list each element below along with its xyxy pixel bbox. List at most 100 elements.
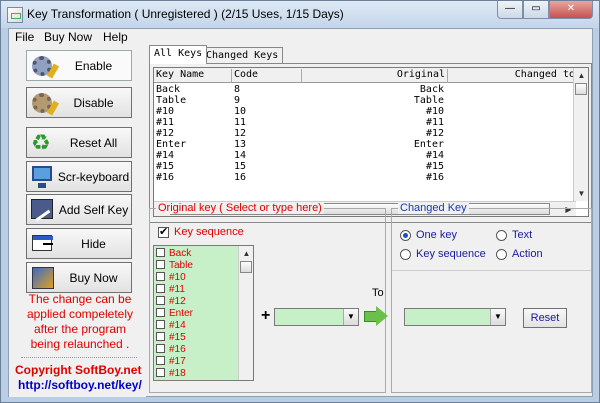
table-vscroll[interactable]: ▲ ▼: [573, 68, 588, 201]
list-item-checkbox[interactable]: [156, 344, 165, 353]
reset-button[interactable]: Reset: [523, 308, 567, 328]
all-keys-pane: Key Name Code Original Changed to Back 8 B…: [149, 63, 592, 223]
list-item-label: #17: [169, 356, 186, 367]
col-code[interactable]: Code: [232, 69, 302, 83]
list-item-checkbox[interactable]: [156, 284, 165, 293]
list-item[interactable]: #18: [156, 368, 186, 380]
original-key-combo[interactable]: ▼: [274, 308, 359, 326]
text-radio[interactable]: [496, 230, 507, 241]
key-name-cell: #14: [156, 150, 175, 161]
table-row[interactable]: #11 11 #11: [154, 117, 576, 128]
key-name-cell: #12: [156, 128, 175, 139]
list-item[interactable]: #10: [156, 272, 186, 284]
code-cell: 9: [234, 95, 241, 106]
col-original[interactable]: Original: [302, 69, 448, 83]
original-cell: #12: [425, 128, 444, 139]
key-sequence-checkbox[interactable]: [158, 225, 169, 238]
code-cell: 12: [234, 128, 247, 139]
disable-button[interactable]: Disable: [26, 87, 132, 118]
disable-label: Disable: [73, 95, 114, 110]
table-row[interactable]: #16 16 #16: [154, 172, 576, 183]
table-row[interactable]: Table 9 Table: [154, 95, 576, 106]
list-item-checkbox[interactable]: [156, 260, 165, 269]
copyright-text: Copyright SoftBoy.net: [15, 363, 142, 377]
list-item[interactable]: Enter: [156, 308, 193, 320]
title-bar[interactable]: Key Transformation ( Unregistered ) (2/1…: [1, 1, 599, 28]
website-link[interactable]: http://softboy.net/key/: [18, 378, 142, 392]
original-key-list[interactable]: Back Table #10 #11 #12 Enter #14 #15 #16 #17 #18 ▲: [153, 245, 254, 381]
list-item-checkbox[interactable]: [156, 356, 165, 365]
keys-table[interactable]: Key Name Code Original Changed to Back 8 B…: [153, 67, 589, 217]
original-cell: #14: [425, 150, 444, 161]
buy-now-label: Buy Now: [69, 270, 118, 285]
table-row[interactable]: #10 10 #10: [154, 106, 576, 117]
menu-file[interactable]: File: [15, 30, 34, 44]
list-scroll-up-icon[interactable]: ▲: [239, 246, 253, 261]
list-item-checkbox[interactable]: [156, 272, 165, 281]
table-row[interactable]: #12 12 #12: [154, 128, 576, 139]
enable-button[interactable]: Enable: [26, 50, 132, 81]
list-item-label: Table: [169, 260, 193, 271]
buy-now-button[interactable]: Buy Now: [26, 262, 132, 293]
list-item[interactable]: #12: [156, 296, 186, 308]
key-sequence-radio[interactable]: [400, 249, 411, 260]
window-controls: — ▭ ✕: [497, 1, 593, 20]
plus-sign: +: [261, 307, 271, 324]
table-row[interactable]: Back 8 Back: [154, 84, 576, 95]
list-item-label: #10: [169, 272, 186, 283]
tab-all-keys[interactable]: All Keys: [149, 45, 208, 64]
code-cell: 10: [234, 106, 247, 117]
one-key-radio[interactable]: [400, 230, 411, 241]
app-window: Key Transformation ( Unregistered ) (2/1…: [0, 0, 600, 403]
key-name-cell: #10: [156, 106, 175, 117]
minimize-button[interactable]: —: [497, 1, 523, 19]
hide-button[interactable]: Hide: [26, 228, 132, 259]
col-changed-to[interactable]: Changed to: [448, 69, 576, 83]
reset-all-button[interactable]: ♻ Reset All: [26, 127, 132, 158]
reset-all-label: Reset All: [69, 135, 118, 150]
code-cell: 8: [234, 84, 241, 95]
table-row[interactable]: Enter 13 Enter: [154, 139, 576, 150]
list-item-checkbox[interactable]: [156, 320, 165, 329]
list-vscroll-thumb[interactable]: [240, 261, 252, 273]
list-item[interactable]: #15: [156, 332, 186, 344]
list-item[interactable]: #11: [156, 284, 185, 296]
table-row[interactable]: #14 14 #14: [154, 150, 576, 161]
list-item-checkbox[interactable]: [156, 296, 165, 305]
changed-key-options: One key Text Key sequence Action: [392, 221, 591, 271]
combo-arrow-icon[interactable]: ▼: [343, 309, 358, 325]
maximize-button[interactable]: ▭: [523, 1, 549, 19]
menu-buy-now[interactable]: Buy Now: [44, 30, 92, 44]
list-item[interactable]: #14: [156, 320, 186, 332]
list-item[interactable]: Back: [156, 248, 191, 260]
scr-keyboard-button[interactable]: Scr-keyboard: [26, 161, 132, 192]
add-self-key-button[interactable]: Add Self Key: [26, 194, 132, 225]
list-item-checkbox[interactable]: [156, 308, 165, 317]
list-item[interactable]: #16: [156, 344, 186, 356]
list-item-checkbox[interactable]: [156, 332, 165, 341]
original-cell: #11: [425, 117, 444, 128]
gear-pen-icon: [30, 54, 60, 79]
code-cell: 13: [234, 139, 247, 150]
list-item[interactable]: #17: [156, 356, 186, 368]
key-name-cell: Enter: [156, 139, 187, 150]
list-item[interactable]: Table: [156, 260, 193, 272]
cart-icon: [30, 266, 56, 290]
changed-combo-arrow-icon[interactable]: ▼: [490, 309, 505, 325]
list-item-checkbox[interactable]: [156, 248, 165, 257]
close-button[interactable]: ✕: [549, 1, 593, 19]
vscroll-thumb[interactable]: [575, 83, 587, 95]
list-item-checkbox[interactable]: [156, 368, 165, 377]
action-radio[interactable]: [496, 249, 507, 260]
table-row[interactable]: #15 15 #15: [154, 161, 576, 172]
scroll-down-icon[interactable]: ▼: [574, 186, 588, 201]
list-item-label: #14: [169, 320, 186, 331]
list-vscroll[interactable]: ▲: [238, 246, 253, 380]
tab-changed-keys[interactable]: Changed Keys: [201, 47, 284, 64]
changed-key-combo[interactable]: ▼: [404, 308, 506, 326]
col-key-name[interactable]: Key Name: [154, 69, 232, 83]
original-cell: Back: [419, 84, 444, 95]
scroll-up-icon[interactable]: ▲: [574, 68, 588, 83]
menu-help[interactable]: Help: [103, 30, 128, 44]
original-cell: Table: [413, 95, 444, 106]
